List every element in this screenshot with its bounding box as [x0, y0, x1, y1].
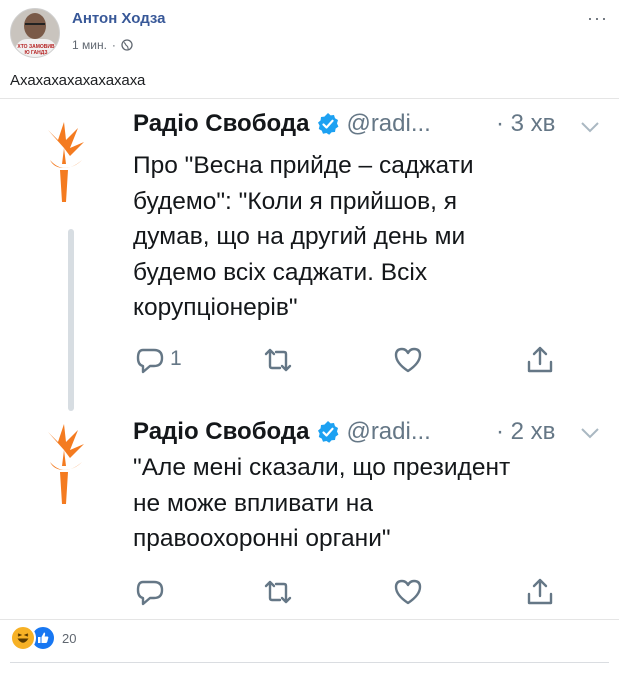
avatar[interactable]: ХТО ЗАМОВИВ Ю ГАНДЗ — [10, 8, 60, 58]
post-meta: 1 мин. · — [72, 38, 133, 52]
chevron-down-icon[interactable] — [580, 120, 600, 134]
chevron-down-icon[interactable] — [580, 426, 600, 440]
tweet-text-line: корупціонерів" — [133, 294, 298, 321]
like-heart-icon[interactable] — [392, 576, 424, 608]
share-icon[interactable] — [524, 576, 556, 608]
like-heart-icon[interactable] — [392, 344, 424, 376]
tweet-text: "Але мені сказали, що президент не може в… — [133, 450, 583, 557]
post-header: ХТО ЗАМОВИВ Ю ГАНДЗ Антон Ходза 1 мин. ·… — [10, 8, 610, 58]
share-icon[interactable] — [524, 344, 556, 376]
post-options-button[interactable]: ··· — [587, 8, 608, 29]
haha-icon — [10, 625, 36, 651]
tweet-text-line: думав, що на другий день ми — [133, 223, 466, 250]
tweet-header: Радіо Свобода @radi... — [133, 418, 431, 446]
tweet-time[interactable]: · 2 хв — [496, 418, 555, 446]
post-time[interactable]: 1 мин. — [72, 38, 107, 52]
reactions-bar[interactable]: 20 — [10, 625, 77, 651]
tweet-author-name[interactable]: Радіо Свобода — [133, 418, 309, 446]
post-text: Ахахахахахахахаха — [10, 72, 146, 89]
rfe-logo-icon[interactable] — [44, 420, 88, 510]
tweet-text-line: Про "Весна прийде – саджати — [133, 152, 474, 179]
reply-icon[interactable] — [134, 576, 166, 608]
tweet-handle[interactable]: @radi... — [346, 418, 430, 446]
avatar-caption: ХТО ЗАМОВИВ Ю ГАНДЗ — [17, 44, 55, 56]
tweet-text-line: правоохоронні органи" — [133, 525, 391, 552]
tweet-author-name[interactable]: Радіо Свобода — [133, 110, 309, 138]
tweet-text-line: "Але мені сказали, що президент — [133, 454, 511, 481]
reply-count: 1 — [170, 347, 182, 370]
reaction-count: 20 — [62, 630, 77, 646]
tweet-handle[interactable]: @radi... — [346, 110, 430, 138]
reply-icon[interactable] — [134, 344, 166, 376]
rfe-logo-icon[interactable] — [44, 118, 88, 208]
post-author[interactable]: Антон Ходза — [72, 10, 166, 27]
thread-line — [68, 229, 74, 411]
verified-icon — [318, 421, 339, 443]
tweet-text-line: не може впливати на — [133, 489, 373, 517]
tweet-text-line: будемо": "Коли я прийшов, я — [133, 187, 457, 215]
tweet-header: Радіо Свобода @radi... — [133, 110, 431, 138]
tweet-text-line: будемо всіх саджати. Всіх — [133, 258, 428, 286]
retweet-icon[interactable] — [262, 344, 294, 376]
verified-icon — [318, 113, 339, 135]
retweet-icon[interactable] — [262, 576, 294, 608]
tweet-text: Про "Весна прийде – саджати будемо": "Кол… — [133, 148, 583, 326]
globe-icon — [121, 39, 133, 51]
tweet-time[interactable]: · 3 хв — [496, 110, 555, 138]
post-divider — [10, 662, 609, 663]
